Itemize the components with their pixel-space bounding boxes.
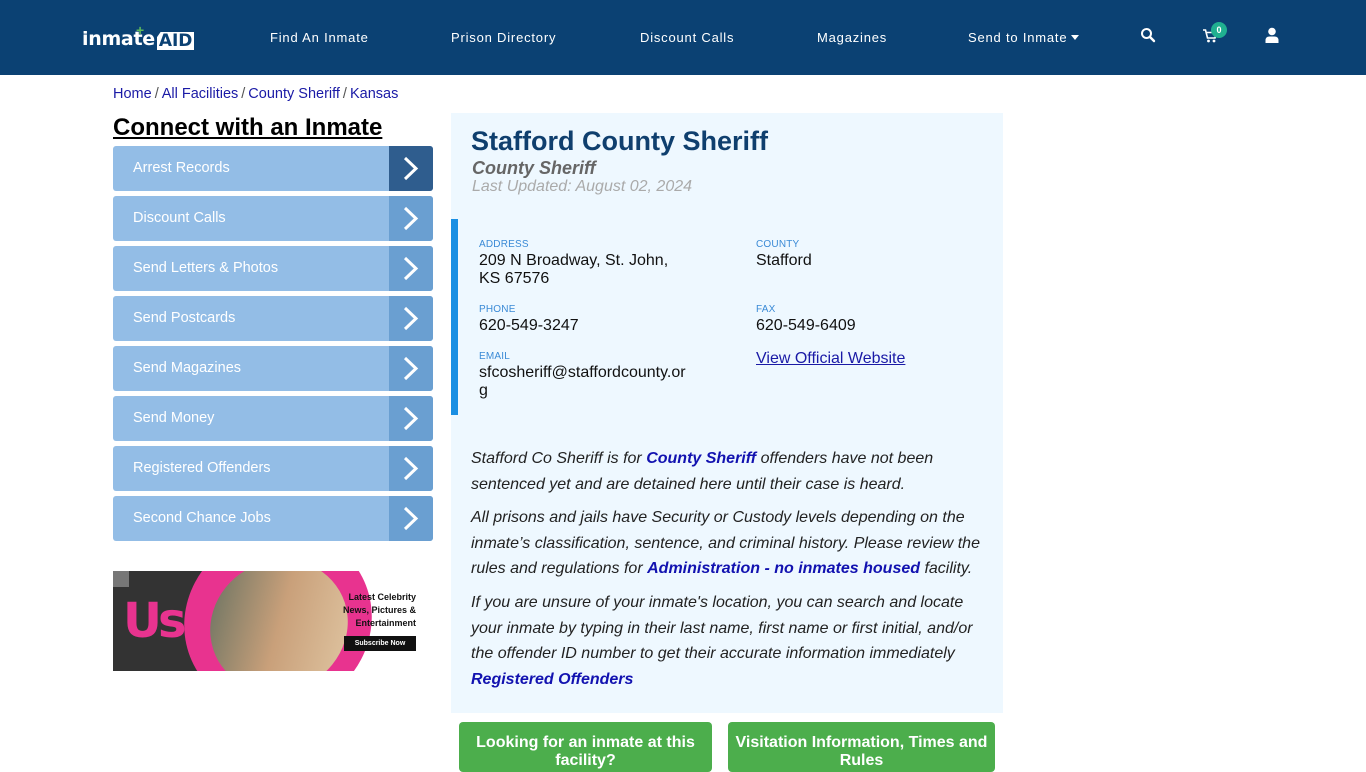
- search-icon[interactable]: [1140, 27, 1158, 45]
- chevron-right-icon: [389, 296, 433, 341]
- administration-link[interactable]: Administration - no inmates housed: [647, 560, 920, 577]
- description-text: Stafford Co Sheriff is for: [471, 450, 647, 467]
- breadcrumb-home[interactable]: Home: [113, 86, 152, 102]
- facility-name: Stafford County Sheriff: [471, 126, 768, 156]
- nav-discount-calls[interactable]: Discount Calls: [640, 30, 734, 45]
- breadcrumb: Home / All Facilities / County Sheriff / Kansa…: [113, 86, 398, 102]
- nav-magazines[interactable]: Magazines: [817, 30, 887, 45]
- description-text: If you are unsure of your inmate's locat…: [471, 594, 973, 663]
- top-navbar: inmate AID + Find An Inmate Prison Direc…: [0, 0, 1366, 75]
- logo-plus-icon: +: [136, 22, 145, 38]
- sidebar-menu: Arrest Records Discount Calls Send Lette…: [113, 146, 433, 546]
- sidebar-item-label: Send Magazines: [133, 360, 242, 376]
- visitation-info-button[interactable]: Visitation Information, Times and Rules: [728, 722, 995, 772]
- breadcrumb-all-facilities[interactable]: All Facilities: [162, 86, 239, 102]
- email-value: sfcosheriff@staffordcounty.org: [479, 364, 686, 399]
- sidebar-item-label: Send Letters & Photos: [133, 260, 279, 276]
- sidebar-item-label: Registered Offenders: [133, 460, 271, 476]
- chevron-right-icon: [389, 496, 433, 541]
- phone-label: PHONE: [479, 304, 516, 315]
- description-paragraph-3: If you are unsure of your inmate's locat…: [471, 590, 991, 692]
- ad-tagline: Latest Celebrity News, Pictures & Entert…: [342, 592, 416, 628]
- ad-brand-logo: Us: [123, 593, 187, 649]
- registered-offenders-link[interactable]: Registered Offenders: [471, 671, 633, 688]
- nav-prison-directory[interactable]: Prison Directory: [451, 30, 556, 45]
- ad-corner-mark: [113, 571, 129, 587]
- sidebar-item-discount-calls[interactable]: Discount Calls: [113, 196, 433, 241]
- ad-subscribe-button[interactable]: Subscribe Now: [344, 636, 416, 651]
- breadcrumb-county-sheriff[interactable]: County Sheriff: [248, 86, 340, 102]
- last-updated: Last Updated: August 02, 2024: [472, 178, 693, 195]
- breadcrumb-kansas[interactable]: Kansas: [350, 86, 398, 102]
- description-paragraph-2: All prisons and jails have Security or C…: [471, 505, 991, 582]
- county-value: Stafford: [756, 252, 812, 269]
- sidebar-item-send-magazines[interactable]: Send Magazines: [113, 346, 433, 391]
- phone-value: 620-549-3247: [479, 317, 579, 334]
- sidebar-item-registered-offenders[interactable]: Registered Offenders: [113, 446, 433, 491]
- logo-accent: AID: [156, 31, 195, 51]
- county-label: COUNTY: [756, 239, 800, 250]
- official-website-link[interactable]: View Official Website: [756, 350, 905, 368]
- sidebar-item-send-money[interactable]: Send Money: [113, 396, 433, 441]
- facility-type: County Sheriff: [472, 158, 596, 178]
- sidebar-item-send-postcards[interactable]: Send Postcards: [113, 296, 433, 341]
- chevron-right-icon: [389, 396, 433, 441]
- sidebar-title: Connect with an Inmate: [113, 114, 383, 141]
- chevron-right-icon: [389, 346, 433, 391]
- address-label: ADDRESS: [479, 239, 529, 250]
- breadcrumb-separator: /: [342, 86, 347, 102]
- user-icon[interactable]: [1265, 27, 1283, 45]
- description-paragraph-1: Stafford Co Sheriff is for County Sherif…: [471, 446, 991, 497]
- sidebar-item-label: Arrest Records: [133, 160, 230, 176]
- chevron-right-icon: [389, 246, 433, 291]
- facility-card: Stafford County Sheriff County Sheriff L…: [451, 113, 1003, 713]
- sidebar-item-second-chance-jobs[interactable]: Second Chance Jobs: [113, 496, 433, 541]
- chevron-right-icon: [389, 146, 433, 191]
- chevron-right-icon: [389, 446, 433, 491]
- breadcrumb-separator: /: [241, 86, 246, 102]
- caret-down-icon: [1071, 35, 1080, 40]
- county-sheriff-link[interactable]: County Sheriff: [646, 450, 756, 467]
- facility-info-panel: ADDRESS 209 N Broadway, St. John, KS 675…: [451, 219, 1003, 415]
- sidebar-item-label: Second Chance Jobs: [133, 510, 271, 526]
- find-inmate-button[interactable]: Looking for an inmate at this facility?: [459, 722, 712, 772]
- email-label: EMAIL: [479, 351, 511, 362]
- chevron-right-icon: [389, 196, 433, 241]
- sidebar-item-arrest-records[interactable]: Arrest Records: [113, 146, 433, 191]
- breadcrumb-separator: /: [154, 86, 159, 102]
- ad-banner[interactable]: Us Latest Celebrity News, Pictures & Ent…: [113, 571, 416, 671]
- description-text: facility.: [920, 560, 973, 578]
- fax-label: FAX: [756, 304, 776, 315]
- cart-count-badge: 0: [1211, 22, 1227, 38]
- sidebar-item-send-letters-photos[interactable]: Send Letters & Photos: [113, 246, 433, 291]
- nav-send-to-inmate-label: Send to Inmate: [968, 30, 1068, 45]
- fax-value: 620-549-6409: [756, 317, 856, 334]
- nav-send-to-inmate[interactable]: Send to Inmate: [968, 30, 1080, 45]
- sidebar-item-label: Send Postcards: [133, 310, 236, 326]
- nav-find-inmate[interactable]: Find An Inmate: [270, 30, 369, 45]
- sidebar-item-label: Send Money: [133, 410, 215, 426]
- sidebar-item-label: Discount Calls: [133, 210, 226, 226]
- address-value: 209 N Broadway, St. John, KS 67576: [479, 252, 669, 287]
